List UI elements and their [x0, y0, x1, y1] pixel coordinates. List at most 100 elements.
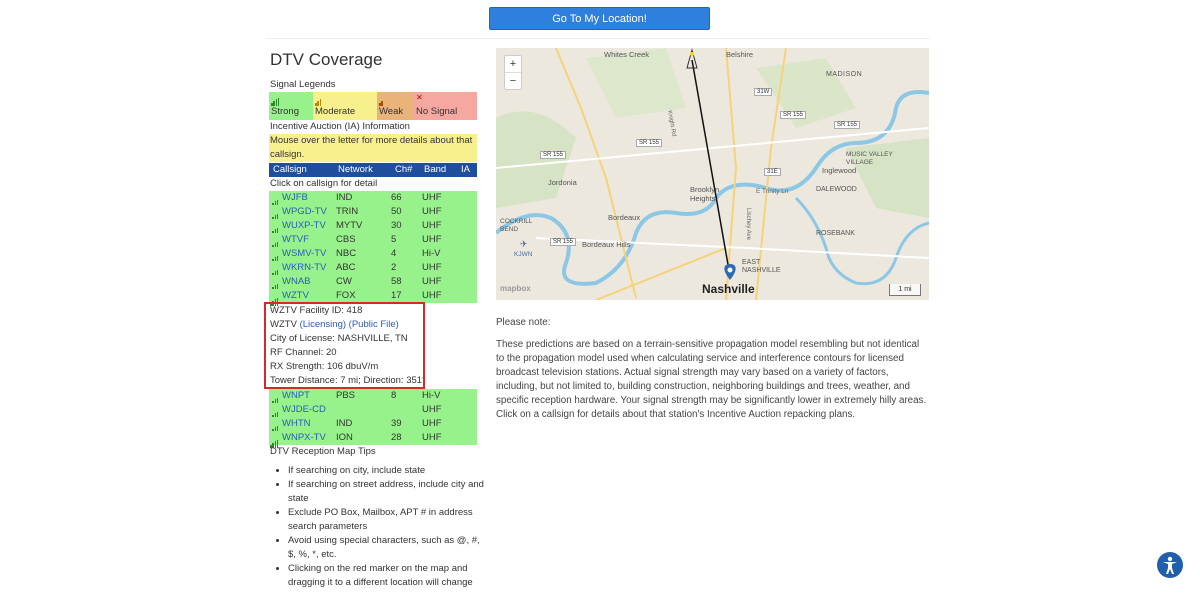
station-row[interactable]: WKRN-TV ABC 2 UHF	[269, 261, 477, 278]
street-label: E Trinity Ln	[756, 188, 789, 195]
station-row[interactable]: WPGD-TV TRIN 50 UHF	[269, 205, 477, 222]
signal-strong-icon	[270, 264, 279, 278]
map-label: Bordeaux Hills	[582, 240, 631, 249]
callsign-link[interactable]: WSMV-TV	[282, 247, 326, 261]
highlight-box	[264, 302, 425, 389]
tip-item: Exclude PO Box, Mailbox, APT # in addres…	[288, 506, 488, 534]
callsign-link[interactable]: WJDE-CD	[282, 403, 326, 417]
tips-label: DTV Reception Map Tips	[270, 446, 376, 457]
channel: 17	[391, 290, 402, 301]
map-label: ROSEBANK	[816, 230, 855, 237]
band: UHF	[422, 276, 442, 287]
note-heading: Please note:	[496, 317, 551, 328]
signal-strong-icon	[270, 292, 279, 306]
map-canvas: ✈	[496, 48, 929, 300]
map-scale: 1 mi	[889, 284, 921, 296]
station-row[interactable]: WNPT PBS 8 Hi-V	[269, 389, 477, 406]
col-callsign: Callsign	[273, 164, 307, 175]
signal-strong-icon	[270, 392, 279, 406]
col-network: Network	[338, 164, 373, 175]
map-label: COCKRILL BEND	[500, 218, 533, 233]
station-row[interactable]: WJDE-CD UHF	[269, 403, 477, 420]
callsign-link[interactable]: WTVF	[282, 233, 309, 247]
station-row[interactable]: WJFB IND 66 UHF	[269, 191, 477, 208]
band: UHF	[422, 262, 442, 273]
callsign-link[interactable]: WKRN-TV	[282, 261, 326, 275]
accessibility-icon	[1163, 556, 1177, 574]
callsign-link[interactable]: WUXP-TV	[282, 219, 326, 233]
svg-text:✈: ✈	[520, 240, 528, 250]
network: CW	[336, 276, 352, 287]
channel: 2	[391, 262, 397, 273]
road-shield: SR 155	[540, 151, 567, 159]
band: UHF	[422, 220, 442, 231]
station-row[interactable]: WZTV FOX 17 UHF	[269, 289, 477, 306]
callsign-link[interactable]: WZTV	[282, 289, 309, 303]
road-shield: SR 155	[550, 238, 577, 246]
station-row[interactable]: WUXP-TV MYTV 30 UHF	[269, 219, 477, 236]
signal-weak-icon	[379, 95, 384, 106]
legend-strong: Strong	[269, 92, 313, 120]
station-table-header: Callsign Network Ch# Band IA	[269, 163, 477, 177]
network: FOX	[336, 290, 356, 301]
station-row[interactable]: WHTN IND 39 UHF	[269, 417, 477, 434]
channel: 66	[391, 192, 402, 203]
channel: 5	[391, 234, 397, 245]
accessibility-button[interactable]	[1157, 552, 1183, 578]
channel: 28	[391, 432, 402, 443]
go-to-my-location-button[interactable]: Go To My Location!	[489, 7, 710, 30]
tips-list: If searching on city, include state If s…	[270, 464, 488, 590]
channel: 30	[391, 220, 402, 231]
map-label: MADISON	[826, 71, 863, 78]
tip-item: Avoid using special characters, such as …	[288, 534, 488, 562]
note-body: These predictions are based on a terrain…	[496, 339, 927, 420]
callsign-link[interactable]: WNPT	[282, 389, 310, 403]
road-shield: 31E	[764, 168, 781, 176]
callsign-link[interactable]: WHTN	[282, 417, 311, 431]
map-label: Whites Creek	[604, 50, 650, 59]
signal-legend: Strong Moderate Weak ✕ No Signal	[269, 92, 477, 120]
band: UHF	[422, 234, 442, 245]
street-label: Lischey Ave	[745, 208, 751, 240]
callsign-link[interactable]: WNPX-TV	[282, 431, 326, 445]
network: NBC	[336, 248, 357, 259]
zoom-in-button[interactable]: +	[505, 56, 521, 73]
signal-strong-icon	[270, 222, 279, 236]
network: PBS	[336, 390, 356, 401]
map-label: Inglewood	[822, 166, 857, 175]
divider	[266, 38, 930, 39]
zoom-out-button[interactable]: −	[505, 73, 521, 89]
station-row[interactable]: WTVF CBS 5 UHF	[269, 233, 477, 250]
signal-legends-label: Signal Legends	[270, 79, 336, 90]
road-shield: SR 155	[834, 121, 861, 129]
callsign-link[interactable]: WNAB	[282, 275, 311, 289]
ia-note: Mouse over the letter for more details a…	[269, 134, 477, 162]
band: UHF	[422, 192, 442, 203]
band: UHF	[422, 404, 442, 415]
signal-strong-icon	[270, 208, 279, 222]
band: Hi-V	[422, 248, 441, 259]
road-shield: SR 155	[780, 111, 807, 119]
map-label: MUSIC VALLEY VILLAGE	[846, 151, 893, 166]
station-row[interactable]: WSMV-TV NBC 4 Hi-V	[269, 247, 477, 264]
coverage-map[interactable]: ✈ Whites Creek Belshire MADISON Jordonia…	[496, 48, 929, 300]
signal-strong-icon	[270, 406, 279, 420]
ia-info-label: Incentive Auction (IA) Information	[270, 121, 410, 132]
map-label: Jordonia	[548, 178, 577, 187]
station-row[interactable]: WNPX-TV ION 28 UHF	[269, 431, 477, 448]
callsign-link[interactable]: WPGD-TV	[282, 205, 327, 219]
signal-strong-icon	[270, 434, 279, 448]
network: ABC	[336, 262, 356, 273]
map-label: EAST NASHVILLE	[742, 259, 781, 274]
callsign-link[interactable]: WJFB	[282, 191, 308, 205]
road-shield: SR 155	[636, 139, 663, 147]
channel: 4	[391, 248, 397, 259]
map-label: DALEWOOD	[816, 186, 857, 193]
signal-strong-icon	[270, 194, 279, 208]
station-row[interactable]: WNAB CW 58 UHF	[269, 275, 477, 292]
signal-strong-icon	[270, 278, 279, 292]
col-ch: Ch#	[395, 164, 413, 175]
signal-strong-icon	[270, 250, 279, 264]
band: UHF	[422, 206, 442, 217]
mapbox-attribution[interactable]: mapbox	[500, 284, 531, 293]
